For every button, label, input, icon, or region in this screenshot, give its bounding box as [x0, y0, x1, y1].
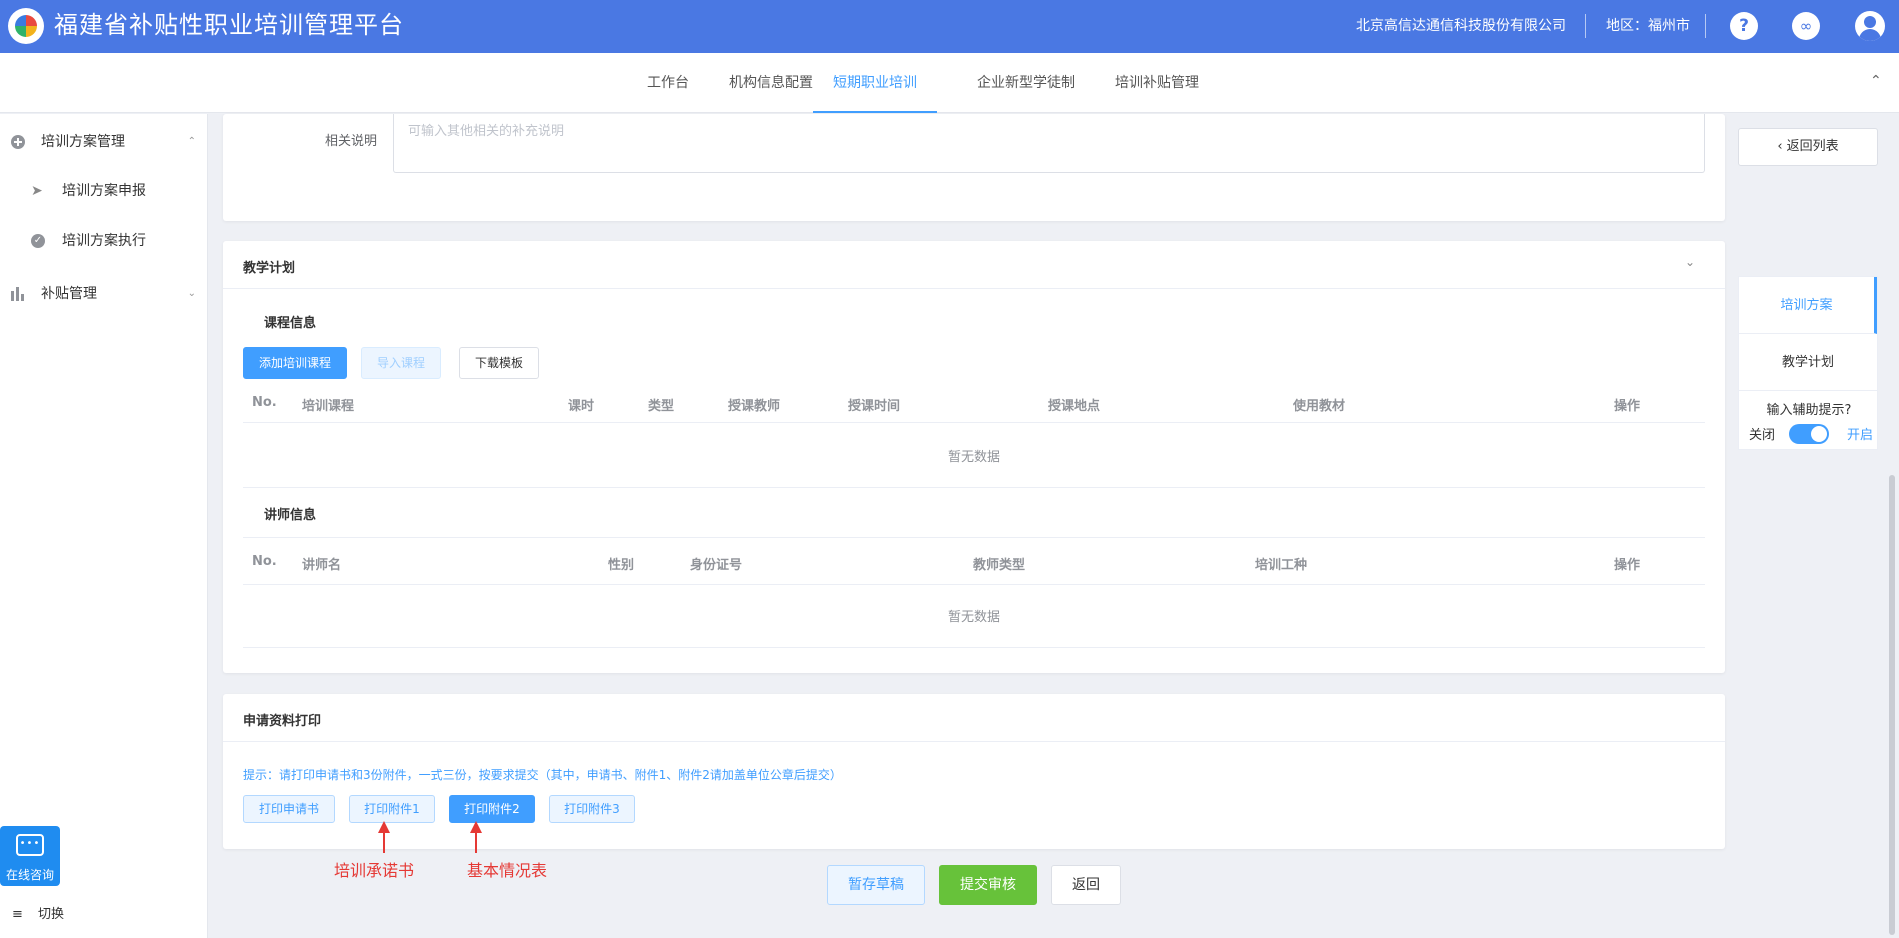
print-attachment-3-button[interactable]: 打印附件3: [549, 795, 635, 823]
column-header: 授课地点: [1048, 399, 1101, 414]
column-header: 培训课程: [302, 399, 355, 414]
tab-subsidy-management[interactable]: 培训补贴管理: [1115, 53, 1199, 113]
company-name: 北京高信达通信科技股份有限公司: [1356, 18, 1566, 34]
sidebar: 培训方案管理 ⌃ ➤ 培训方案申报 ✓ 培训方案执行 补贴管理 ⌄ ••• 在线…: [0, 114, 208, 938]
print-materials-header: 申请资料打印: [223, 694, 1725, 742]
app-title: 福建省补贴性职业培训管理平台: [54, 11, 404, 39]
input-assist-panel: 输入辅助提示? 关闭 开启: [1739, 391, 1877, 449]
sidebar-item-plan-apply[interactable]: ➤ 培训方案申报: [0, 176, 208, 206]
chevron-left-icon: ‹: [1777, 139, 1787, 154]
plus-circle-icon: [11, 135, 25, 149]
teacher-table-header: No. 讲师名 性别 身份证号 教师类型 培训工种 操作: [243, 537, 1705, 585]
logo-icon: [8, 8, 44, 44]
column-header: 使用教材: [1293, 399, 1346, 414]
save-draft-button[interactable]: 暂存草稿: [827, 865, 925, 905]
column-header: 授课时间: [848, 399, 901, 414]
anchor-training-plan[interactable]: 培训方案: [1739, 277, 1877, 334]
course-table-header: No. 培训课程 课时 类型 授课教师 授课时间 授课地点 使用教材 操作: [243, 383, 1705, 423]
tab-short-term-training[interactable]: 短期职业培训: [813, 53, 937, 113]
column-header: 培训工种: [1255, 558, 1308, 573]
chevron-up-icon[interactable]: ⌃: [1870, 73, 1886, 89]
header-divider: [1705, 14, 1706, 38]
teaching-plan-header[interactable]: 教学计划 ⌄: [223, 241, 1725, 289]
related-notes-label: 相关说明: [325, 134, 378, 149]
chevron-up-icon: ⌃: [187, 136, 196, 147]
teacher-table-empty: 暂无数据: [243, 588, 1705, 648]
send-icon: ➤: [31, 183, 43, 199]
sidebar-item-plan-execute[interactable]: ✓ 培训方案执行: [0, 226, 208, 256]
user-avatar-icon[interactable]: [1855, 11, 1885, 41]
check-circle-icon: ✓: [31, 234, 45, 248]
tab-workbench[interactable]: 工作台: [647, 53, 689, 113]
tab-org-config[interactable]: 机构信息配置: [729, 53, 813, 113]
related-notes-card: 相关说明 可输入其他相关的补充说明: [223, 114, 1725, 221]
anchor-nav: 培训方案 教学计划 输入辅助提示? 关闭 开启: [1738, 276, 1878, 450]
course-table-empty: 暂无数据: [243, 428, 1705, 488]
column-header: 操作: [1614, 558, 1641, 573]
column-header: No.: [252, 554, 277, 569]
print-materials-card: 申请资料打印 提示：请打印申请书和3份附件，一式三份，按要求提交（其中，申请书、…: [223, 694, 1725, 849]
annotation-commitment-letter: 培训承诺书: [334, 861, 415, 880]
sidebar-item-label: 培训方案申报: [62, 183, 146, 199]
print-attachment-2-button[interactable]: 打印附件2: [449, 795, 535, 823]
column-header: 性别: [608, 558, 635, 573]
related-notes-textarea[interactable]: 可输入其他相关的补充说明: [393, 114, 1705, 173]
chevron-down-icon: ⌄: [187, 288, 196, 299]
back-button[interactable]: 返回: [1051, 865, 1121, 905]
import-course-button: 导入课程: [361, 347, 441, 379]
print-attachment-1-button[interactable]: 打印附件1: [349, 795, 435, 823]
sidebar-item-label: 培训方案执行: [62, 233, 146, 249]
help-icon[interactable]: ?: [1730, 12, 1758, 40]
page-scrollbar[interactable]: [1889, 475, 1895, 935]
sidebar-item-plan-management[interactable]: 培训方案管理 ⌃: [0, 127, 208, 157]
column-header: 身份证号: [690, 558, 743, 573]
anchor-teaching-plan[interactable]: 教学计划: [1739, 334, 1877, 391]
tab-apprenticeship[interactable]: 企业新型学徒制: [977, 53, 1075, 113]
column-header: 教师类型: [973, 558, 1026, 573]
add-course-button[interactable]: 添加培训课程: [243, 347, 347, 379]
annotation-arrow: [470, 821, 482, 853]
main-nav: 工作台 机构信息配置 短期职业培训 企业新型学徒制 培训补贴管理 ⌃: [0, 53, 1899, 113]
header-divider: [1585, 14, 1586, 38]
print-application-button[interactable]: 打印申请书: [243, 795, 335, 823]
switch-label: 切换: [38, 907, 65, 922]
column-header: No.: [252, 395, 277, 410]
back-to-list-label: 返回列表: [1786, 139, 1839, 154]
link-icon[interactable]: ∞: [1792, 12, 1820, 40]
course-info-title: 课程信息: [264, 316, 317, 331]
download-template-button[interactable]: 下载模板: [459, 347, 539, 379]
assist-toggle[interactable]: [1789, 424, 1829, 444]
column-header: 类型: [648, 399, 675, 414]
assist-question: 输入辅助提示?: [1766, 403, 1852, 418]
column-header: 讲师名: [302, 558, 342, 573]
assist-on-label: 开启: [1847, 428, 1874, 443]
menu-toggle-icon: ≡: [12, 907, 23, 922]
region-selector[interactable]: 地区：福州市: [1606, 16, 1690, 36]
chevron-down-icon[interactable]: ⌄: [1685, 255, 1695, 269]
annotation-basic-info-form: 基本情况表: [467, 861, 548, 880]
print-hint: 提示：请打印申请书和3份附件，一式三份，按要求提交（其中，申请书、附件1、附件2…: [243, 768, 842, 782]
switch-button[interactable]: ≡ 切换: [12, 903, 64, 922]
column-header: 授课教师: [728, 399, 781, 414]
sidebar-item-label: 培训方案管理: [41, 134, 125, 150]
teaching-plan-card: 教学计划 ⌄ 课程信息 添加培训课程 导入课程 下载模板 No. 培训课程 课时…: [223, 241, 1725, 673]
bar-chart-icon: [11, 287, 25, 301]
print-materials-title: 申请资料打印: [243, 714, 322, 729]
column-header: 课时: [568, 399, 595, 414]
chat-icon: •••: [16, 834, 44, 856]
column-header: 操作: [1614, 399, 1641, 414]
teacher-info-title: 讲师信息: [264, 508, 317, 523]
back-to-list-button[interactable]: ‹ 返回列表: [1738, 128, 1878, 166]
submit-review-button[interactable]: 提交审核: [939, 865, 1037, 905]
annotation-arrow: [378, 821, 390, 853]
online-consult-button[interactable]: ••• 在线咨询: [0, 826, 60, 886]
chat-label: 在线咨询: [5, 868, 54, 882]
assist-off-label: 关闭: [1749, 428, 1776, 443]
teaching-plan-title: 教学计划: [243, 261, 296, 276]
sidebar-item-subsidy[interactable]: 补贴管理 ⌄: [0, 279, 208, 309]
sidebar-item-label: 补贴管理: [41, 286, 97, 302]
top-bar: 福建省补贴性职业培训管理平台 北京高信达通信科技股份有限公司 地区：福州市 ? …: [0, 0, 1899, 53]
